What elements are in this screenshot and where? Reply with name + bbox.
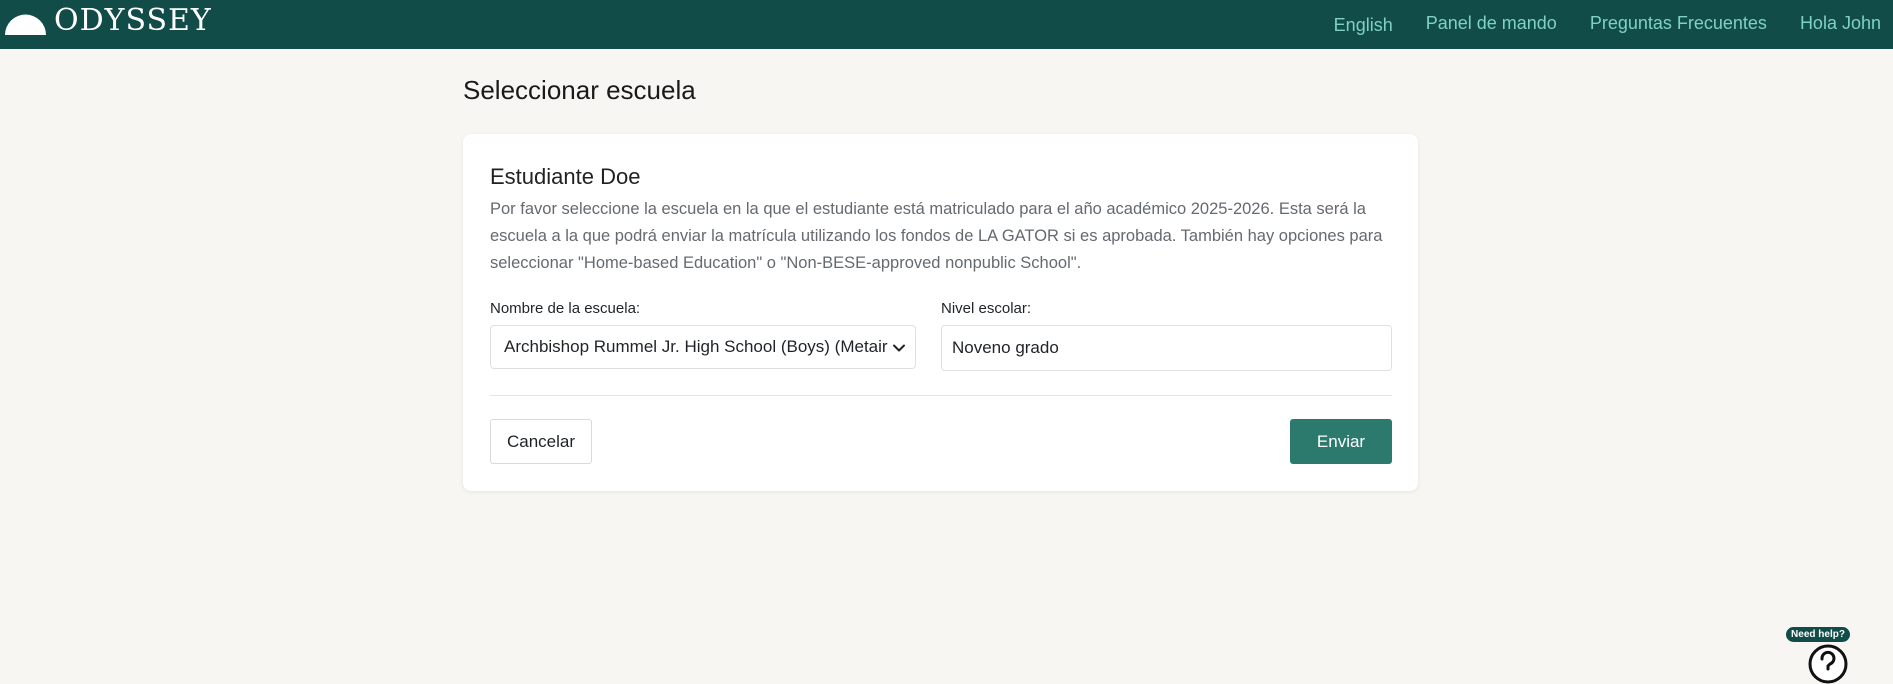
brand-logo[interactable]: ODYSSEY [5, 3, 212, 39]
sun-logo-icon [5, 14, 46, 35]
chevron-down-icon [893, 344, 905, 352]
nav-faq[interactable]: Preguntas Frecuentes [1590, 11, 1767, 35]
brand-name: ODYSSEY [54, 3, 212, 38]
main-nav: English Panel de mando Preguntas Frecuen… [1301, 9, 1881, 37]
need-help-badge[interactable]: Need help? [1786, 627, 1850, 642]
question-circle-icon[interactable] [1808, 644, 1848, 684]
nav-language-toggle[interactable]: English [1334, 13, 1393, 37]
submit-button[interactable]: Enviar [1290, 419, 1392, 464]
nav-user-greeting[interactable]: Hola John [1800, 11, 1881, 35]
instructions-text: Por favor seleccione la escuela en la qu… [490, 200, 1383, 272]
page-title: Seleccionar escuela [463, 75, 696, 105]
nav-dashboard[interactable]: Panel de mando [1426, 11, 1557, 35]
cancel-button[interactable]: Cancelar [490, 419, 592, 464]
grade-level-input[interactable] [941, 325, 1392, 371]
select-school-card: Estudiante Doe Por favor seleccione la e… [463, 134, 1418, 491]
student-name: Estudiante Doe [490, 164, 641, 189]
school-select[interactable]: Archbishop Rummel Jr. High School (Boys)… [490, 325, 916, 369]
grade-level-label: Nivel escolar: [941, 300, 1032, 317]
school-select-value: Archbishop Rummel Jr. High School (Boys)… [504, 337, 888, 356]
school-name-label: Nombre de la escuela: [490, 300, 641, 317]
card-divider [490, 395, 1392, 396]
top-navbar: ODYSSEY English Panel de mando Preguntas… [0, 0, 1893, 49]
